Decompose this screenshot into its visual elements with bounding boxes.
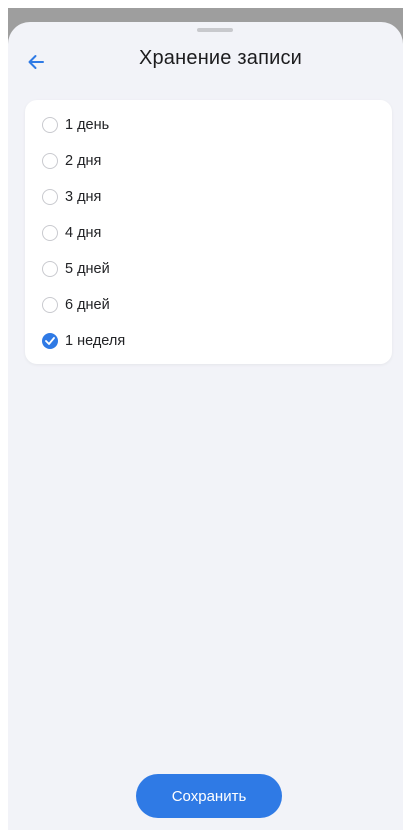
option-4-days[interactable]: 4 дня [25,216,392,250]
radio-button[interactable] [42,189,58,205]
page-title: Хранение записи [138,47,303,69]
arrow-left-icon [28,55,44,69]
back-button[interactable] [22,48,50,76]
option-3-days[interactable]: 3 дня [25,180,392,214]
option-label: 3 дня [65,189,102,205]
checkmark-icon [45,337,55,345]
option-6-days[interactable]: 6 дней [25,288,392,322]
screen-frame: Хранение записи 1 день 2 дня 3 дня 4 дня… [8,8,403,830]
radio-button[interactable] [42,297,58,313]
bottom-sheet: Хранение записи 1 день 2 дня 3 дня 4 дня… [8,22,403,830]
radio-button[interactable] [42,117,58,133]
option-5-days[interactable]: 5 дней [25,252,392,286]
drag-handle[interactable] [197,28,233,32]
radio-button[interactable] [42,261,58,277]
option-1-week[interactable]: 1 неделя [25,324,392,358]
save-button[interactable]: Сохранить [136,774,282,818]
radio-button[interactable] [42,333,58,349]
option-label: 1 неделя [65,333,126,349]
option-1-day[interactable]: 1 день [25,108,392,142]
radio-button[interactable] [42,153,58,169]
option-label: 2 дня [65,153,102,169]
option-label: 4 дня [65,225,102,241]
option-2-days[interactable]: 2 дня [25,144,392,178]
retention-options-card: 1 день 2 дня 3 дня 4 дня 5 дней 6 дней 1… [25,100,392,364]
option-label: 5 дней [65,261,110,277]
radio-button[interactable] [42,225,58,241]
option-label: 6 дней [65,297,110,313]
option-label: 1 день [65,117,110,133]
